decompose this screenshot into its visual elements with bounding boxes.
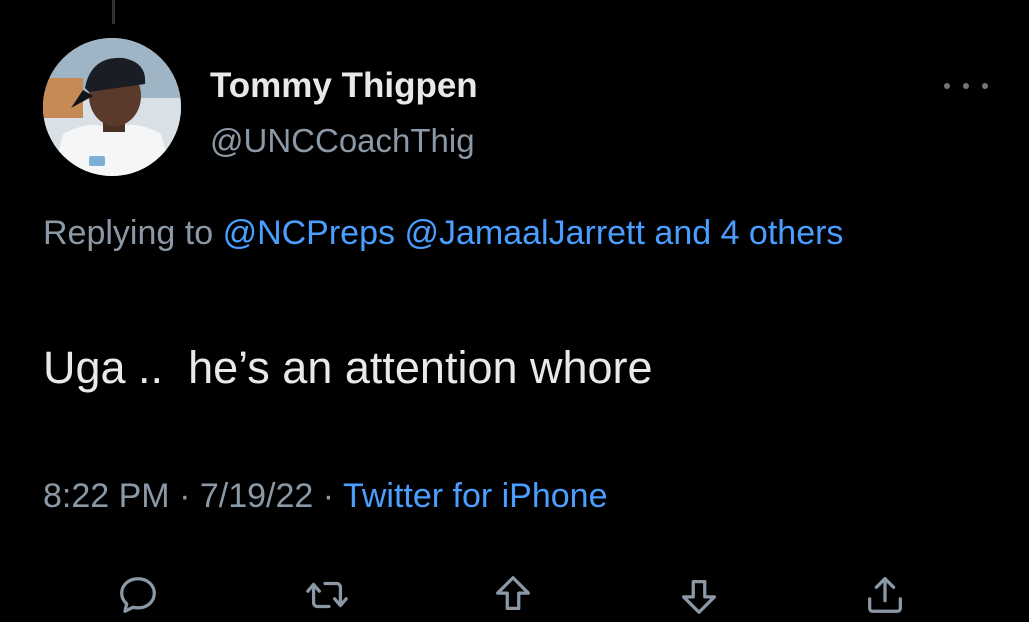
upvote-icon xyxy=(496,576,530,611)
reply-button[interactable] xyxy=(113,570,163,620)
meta-separator: · xyxy=(179,477,191,515)
tweet-time[interactable]: 8:22 PM xyxy=(43,477,170,515)
others-link[interactable]: and 4 others xyxy=(654,214,843,252)
thread-connector-line xyxy=(112,0,115,24)
replying-to-label: Replying to xyxy=(43,214,214,252)
author-handle[interactable]: @UNCCoachThig xyxy=(210,120,475,162)
tweet-text: Uga .. he’s an attention whore xyxy=(43,342,653,393)
more-options-button[interactable] xyxy=(944,72,988,100)
reply-icon xyxy=(120,577,156,613)
retweet-button[interactable] xyxy=(302,570,352,620)
avatar[interactable] xyxy=(43,38,181,176)
tweet-source-link[interactable]: Twitter for iPhone xyxy=(343,477,608,515)
more-dot-icon xyxy=(982,83,988,89)
more-dot-icon xyxy=(963,83,969,89)
tweet-metadata: 8:22 PM · 7/19/22 · Twitter for iPhone xyxy=(43,470,608,522)
tweet-action-bar xyxy=(0,566,1029,622)
tweet-detail: Tommy Thigpen @UNCCoachThig Replying to … xyxy=(0,0,1029,622)
author-name[interactable]: Tommy Thigpen xyxy=(210,64,478,108)
mention-link[interactable]: @JamaalJarrett xyxy=(404,214,644,252)
retweet-icon xyxy=(306,581,348,609)
tweet-date[interactable]: 7/19/22 xyxy=(200,477,313,515)
share-button[interactable] xyxy=(860,570,910,620)
downvote-button[interactable] xyxy=(674,570,724,620)
mention-link[interactable]: @NCPreps xyxy=(223,214,395,252)
more-dot-icon xyxy=(944,83,950,89)
downvote-icon xyxy=(682,579,716,614)
avatar-photo xyxy=(43,38,181,176)
share-icon xyxy=(868,577,902,613)
reply-context: Replying to @NCPreps @JamaalJarrett and … xyxy=(43,204,943,262)
meta-separator: · xyxy=(322,477,335,515)
upvote-button[interactable] xyxy=(488,570,538,620)
